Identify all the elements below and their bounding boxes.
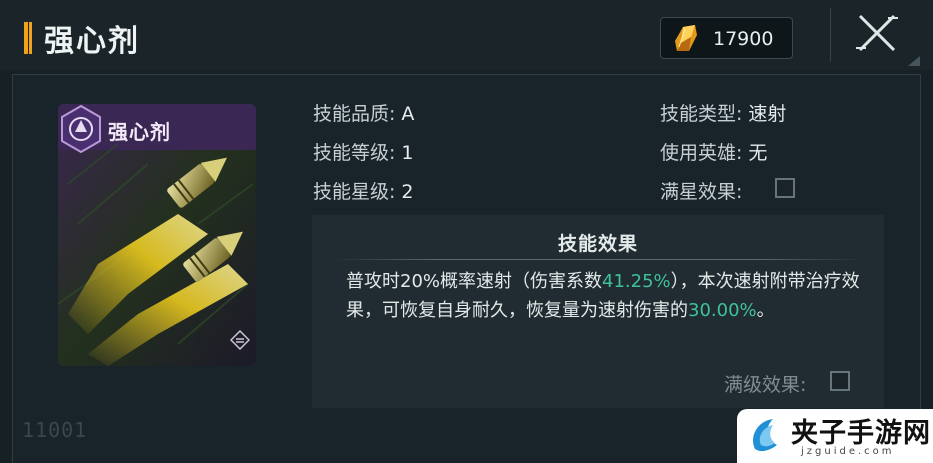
watermark-name: 夹子手游网: [791, 418, 931, 449]
heal-percentage: 30.00%: [688, 300, 757, 321]
crystal-icon: [675, 25, 697, 51]
card-name: 强心剂: [108, 120, 171, 144]
effect-title: 技能效果: [557, 233, 638, 255]
skill-card: 强心剂: [58, 104, 256, 366]
watermark-logo-icon: [753, 419, 777, 452]
skill-type-label: 技能类型:: [660, 103, 743, 125]
skill-star: 技能星级: 2: [313, 177, 414, 204]
skill-level-label: 技能等级:: [313, 142, 396, 164]
skill-star-label: 技能星级:: [313, 181, 396, 203]
skill-type: 技能类型: 速射: [660, 99, 786, 126]
max-level-label: 满级效果:: [724, 374, 807, 396]
corner-mark-icon: [908, 56, 920, 66]
skill-level-value: 1: [401, 142, 414, 164]
skill-level: 技能等级: 1: [313, 138, 414, 165]
effect-description: 普攻时20%概率速射（伤害系数41.25%），本次速射附带治疗效果，可恢复自身耐…: [346, 267, 866, 325]
close-icon[interactable]: [852, 10, 902, 56]
currency-value: 17900: [713, 28, 774, 50]
effect-text-part1: 普攻时20%概率速射（伤害系数: [346, 271, 603, 292]
serial-number: 11001: [22, 418, 88, 442]
hero-used-value: 无: [748, 142, 768, 164]
skill-quality: 技能品质: A: [313, 99, 414, 126]
currency-display: 17900: [660, 17, 793, 59]
title-accent-bars: [24, 22, 32, 54]
effect-divider: [332, 259, 864, 260]
page-title: 强心剂: [44, 24, 140, 59]
damage-coefficient: 41.25%: [602, 271, 671, 292]
max-star-effect: 满星效果:: [660, 177, 742, 204]
skill-star-value: 2: [401, 181, 414, 203]
skill-quality-value: A: [401, 103, 415, 125]
effect-text-part3: 。: [756, 300, 775, 321]
faction-badge-icon: [61, 104, 101, 154]
max-star-label: 满星效果:: [660, 181, 743, 203]
effect-panel: 技能效果 普攻时20%概率速射（伤害系数41.25%），本次速射附带治疗效果，可…: [312, 215, 884, 408]
stack-icon: [230, 330, 250, 350]
title-bar: 强心剂 17900: [0, 0, 933, 70]
skill-type-value: 速射: [748, 103, 787, 125]
hero-used-label: 使用英雄:: [660, 142, 743, 164]
max-star-checkbox[interactable]: [775, 178, 795, 198]
title-divider: [830, 8, 831, 62]
watermark: 夹子手游网 jzguide.com: [737, 409, 933, 463]
hero-used: 使用英雄: 无: [660, 138, 767, 165]
max-level-checkbox[interactable]: [830, 371, 850, 391]
skill-quality-label: 技能品质:: [313, 103, 396, 125]
watermark-url: jzguide.com: [801, 446, 895, 457]
